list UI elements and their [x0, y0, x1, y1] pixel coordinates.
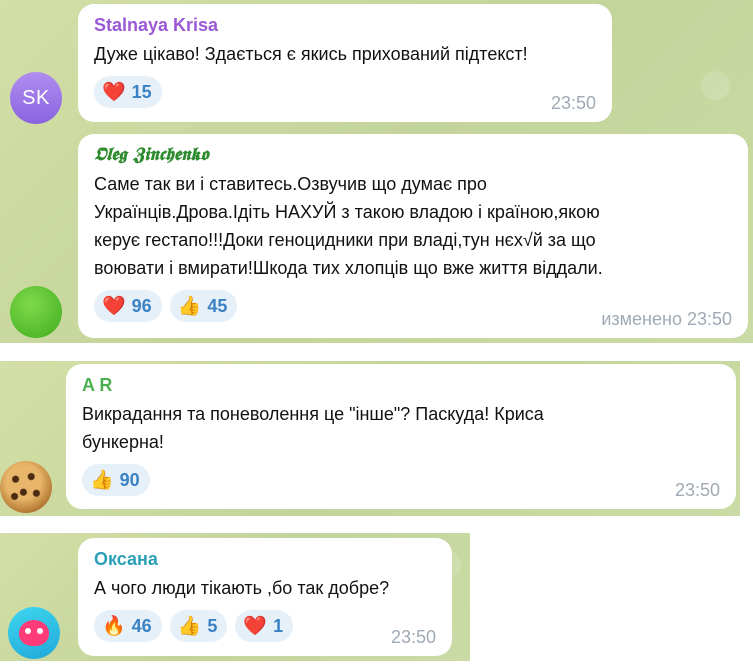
- reaction-heart[interactable]: ❤️ 1: [235, 610, 294, 642]
- reactions: ❤️ 15: [94, 76, 596, 108]
- reaction-count: 5: [207, 615, 218, 636]
- monster-icon: [19, 620, 49, 646]
- heart-icon: ❤️: [102, 295, 126, 317]
- message-text: Дуже цікаво! Здається є якись прихований…: [94, 44, 528, 64]
- message-time: 23:50: [550, 93, 596, 113]
- message-line: Викрадання та поневолення це "інше"? Пас…: [82, 404, 544, 424]
- reaction-thumbs-up[interactable]: 👍 5: [169, 610, 228, 642]
- message-bubble[interactable]: Оксана А чого люди тікають ,бо так добре…: [78, 538, 452, 656]
- chat-panel-3: Оксана А чого люди тікають ,бо так добре…: [0, 533, 470, 661]
- thumbs-up-icon: 👍: [177, 295, 202, 317]
- cookie-icon: [0, 461, 52, 513]
- reaction-count: 1: [273, 615, 284, 636]
- reaction-thumbs-up[interactable]: 👍 45: [169, 290, 238, 322]
- chat-panel-1: SK Stalnaya Krisa Дуже цікаво! Здається …: [0, 0, 753, 343]
- message-line: Українців.Дрова.Ідіть НАХУЙ з такою влад…: [94, 202, 600, 222]
- message-line: бункерна!: [82, 432, 164, 452]
- message-bubble[interactable]: A R Викрадання та поневолення це "інше"?…: [66, 364, 736, 509]
- reaction-fire[interactable]: 🔥 46: [94, 610, 162, 642]
- thumbs-up-icon: 👍: [90, 469, 114, 491]
- avatar-initials: SK: [22, 86, 50, 109]
- heart-icon: ❤️: [243, 615, 268, 637]
- reaction-count: 90: [119, 469, 140, 490]
- author-name[interactable]: Stalnaya Krisa: [94, 14, 596, 36]
- message-time: 23:50: [674, 480, 720, 500]
- avatar[interactable]: [10, 286, 62, 338]
- message-line: воювати і вмирати!Шкода тих хлопців що в…: [94, 258, 603, 278]
- avatar[interactable]: [8, 607, 60, 659]
- message-bubble[interactable]: 𝕺𝖑𝖊𝖌 𝖅𝖎𝖓𝖈𝖍𝖊𝖓𝖐𝖔 Саме так ви і ставитесь.О…: [78, 134, 748, 338]
- message-line: Саме так ви і ставитесь.Озвучив що думає…: [94, 174, 487, 194]
- message-text: Викрадання та поневолення це "інше"? Пас…: [82, 400, 720, 456]
- reactions: 👍 90: [82, 464, 720, 496]
- heart-icon: ❤️: [102, 81, 126, 103]
- message-bubble[interactable]: Stalnaya Krisa Дуже цікаво! Здається є я…: [78, 4, 612, 122]
- message-line: керує гестапо!!!Доки геноцидники при вла…: [94, 230, 596, 250]
- message-text: Саме так ви і ставитесь.Озвучив що думає…: [94, 170, 732, 282]
- message-time: 23:50: [390, 627, 436, 647]
- avatar[interactable]: SK: [10, 72, 62, 124]
- author-name[interactable]: 𝕺𝖑𝖊𝖌 𝖅𝖎𝖓𝖈𝖍𝖊𝖓𝖐𝖔: [94, 144, 732, 166]
- message-text: А чого люди тікають ,бо так добре?: [94, 578, 390, 598]
- reaction-heart[interactable]: ❤️ 15: [94, 76, 162, 108]
- chat-panel-2: A R Викрадання та поневолення це "інше"?…: [0, 361, 740, 516]
- reaction-count: 45: [207, 295, 228, 316]
- thumbs-up-icon: 👍: [177, 615, 202, 637]
- reaction-count: 96: [131, 295, 152, 316]
- author-name[interactable]: Оксана: [94, 548, 436, 570]
- avatar[interactable]: [0, 461, 52, 513]
- author-name[interactable]: A R: [82, 374, 720, 396]
- reactions: 🔥 46 👍 5 ❤️ 1: [94, 610, 436, 642]
- reaction-count: 15: [131, 81, 152, 102]
- fire-icon: 🔥: [102, 615, 126, 637]
- reaction-count: 46: [131, 615, 152, 636]
- reaction-thumbs-up[interactable]: 👍 90: [82, 464, 150, 496]
- message-time: изменено 23:50: [601, 309, 732, 329]
- reaction-heart[interactable]: ❤️ 96: [94, 290, 162, 322]
